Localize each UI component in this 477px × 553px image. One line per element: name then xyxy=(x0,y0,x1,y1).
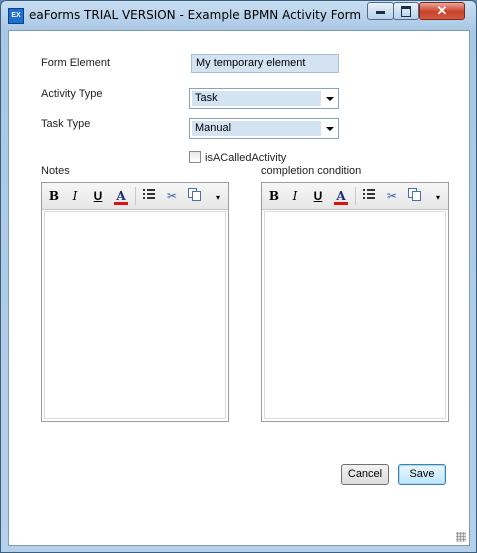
cut-button[interactable]: ✂ xyxy=(163,188,181,204)
called-activity-checkbox[interactable] xyxy=(189,151,201,163)
completion-condition-label: completion condition xyxy=(261,165,362,177)
close-button[interactable]: ✕ xyxy=(419,2,465,20)
bullet-list-button[interactable] xyxy=(140,188,158,204)
notes-text-area[interactable] xyxy=(44,211,226,419)
minimize-icon xyxy=(376,11,385,14)
font-color-icon: A xyxy=(336,189,346,203)
form-window: EX eaForms TRIAL VERSION - Example BPMN … xyxy=(0,0,477,553)
notes-toolbar: B I U A ✂ ▾ xyxy=(42,183,228,210)
task-type-label: Task Type xyxy=(41,118,91,130)
font-color-bar xyxy=(334,202,348,205)
font-color-button[interactable]: A xyxy=(112,188,130,205)
toolbar-more-button[interactable]: ▾ xyxy=(213,193,223,203)
notes-label: Notes xyxy=(41,165,70,177)
bullet-list-icon xyxy=(143,189,155,199)
called-activity-label[interactable]: isACalledActivity xyxy=(205,152,286,164)
notes-editor: B I U A ✂ ▾ xyxy=(41,182,229,422)
bold-button[interactable]: B xyxy=(45,188,63,204)
bold-button[interactable]: B xyxy=(265,188,283,204)
font-color-button[interactable]: A xyxy=(332,188,350,205)
font-color-bar xyxy=(114,202,128,205)
bullet-list-icon xyxy=(363,189,375,199)
form-element-label: Form Element xyxy=(41,57,111,69)
underline-button[interactable]: U xyxy=(309,188,327,204)
form-body: Form Element My temporary element Activi… xyxy=(8,30,470,546)
font-color-icon: A xyxy=(116,189,126,203)
task-type-value: Manual xyxy=(192,121,321,136)
toolbar-separator xyxy=(135,187,136,205)
minimize-button[interactable] xyxy=(367,2,394,20)
chevron-down-icon xyxy=(326,127,334,131)
title-bar[interactable]: EX eaForms TRIAL VERSION - Example BPMN … xyxy=(1,1,476,29)
copy-icon xyxy=(408,188,421,201)
activity-type-value: Task xyxy=(192,91,321,106)
maximize-button[interactable] xyxy=(393,2,419,20)
copy-button[interactable] xyxy=(185,188,203,204)
cut-button[interactable]: ✂ xyxy=(383,188,401,204)
chevron-down-icon xyxy=(326,97,334,101)
cancel-button[interactable]: Cancel xyxy=(341,464,389,485)
italic-button[interactable]: I xyxy=(286,188,304,204)
toolbar-separator xyxy=(355,187,356,205)
copy-button[interactable] xyxy=(405,188,423,204)
completion-condition-editor: B I U A ✂ ▾ xyxy=(261,182,449,422)
underline-button[interactable]: U xyxy=(89,188,107,204)
copy-icon xyxy=(188,188,201,201)
maximize-icon xyxy=(401,6,411,17)
completion-toolbar: B I U A ✂ ▾ xyxy=(262,183,448,210)
completion-condition-text-area[interactable] xyxy=(264,211,446,419)
window-title: eaForms TRIAL VERSION - Example BPMN Act… xyxy=(29,8,362,22)
toolbar-more-button[interactable]: ▾ xyxy=(433,193,443,203)
italic-button[interactable]: I xyxy=(66,188,84,204)
app-icon: EX xyxy=(8,8,24,24)
task-type-dropdown[interactable]: Manual xyxy=(189,118,339,139)
form-element-field[interactable]: My temporary element xyxy=(191,54,339,73)
activity-type-dropdown[interactable]: Task xyxy=(189,88,339,109)
bullet-list-button[interactable] xyxy=(360,188,378,204)
resize-grip[interactable] xyxy=(456,532,466,542)
save-button[interactable]: Save xyxy=(398,464,446,485)
activity-type-label: Activity Type xyxy=(41,88,103,100)
